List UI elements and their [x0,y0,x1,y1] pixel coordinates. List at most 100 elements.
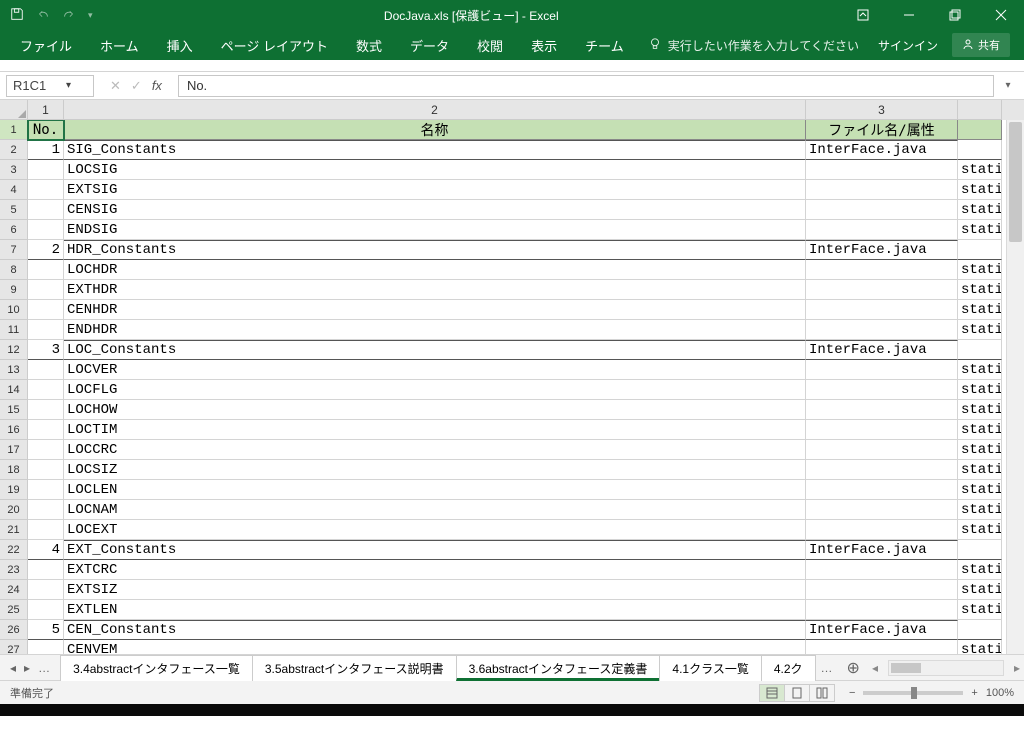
cell[interactable]: stati [958,600,1002,620]
enter-formula-icon[interactable]: ✓ [131,78,142,94]
cell[interactable]: stati [958,500,1002,520]
row-header[interactable]: 1 [0,120,28,140]
sheet-tab[interactable]: 3.5abstractインタフェース説明書 [252,655,457,681]
row-header[interactable]: 4 [0,180,28,200]
fx-icon[interactable]: fx [152,78,162,93]
view-pagelayout-icon[interactable] [784,684,810,702]
cell[interactable]: No. [28,120,64,140]
cell[interactable]: stati [958,400,1002,420]
row-header[interactable]: 9 [0,280,28,300]
save-icon[interactable] [10,7,24,24]
cell[interactable] [806,180,958,200]
col-header-4[interactable] [958,100,1002,120]
tab-team[interactable]: チーム [571,30,638,60]
row-header[interactable]: 18 [0,460,28,480]
cell[interactable]: LOCVER [64,360,806,380]
cell[interactable] [806,360,958,380]
cell[interactable] [28,180,64,200]
row-header[interactable]: 23 [0,560,28,580]
zoom-in-button[interactable]: + [971,687,977,699]
cell[interactable]: EXTSIG [64,180,806,200]
row-header[interactable]: 13 [0,360,28,380]
row-header[interactable]: 6 [0,220,28,240]
cell[interactable]: stati [958,460,1002,480]
cell[interactable] [806,560,958,580]
sheet-tab[interactable]: 3.4abstractインタフェース一覧 [60,655,253,681]
row-header[interactable]: 21 [0,520,28,540]
cell[interactable]: stati [958,300,1002,320]
cell[interactable]: InterFace.java [806,340,958,360]
cell[interactable]: stati [958,220,1002,240]
cell[interactable]: EXTSIZ [64,580,806,600]
cell[interactable]: stati [958,380,1002,400]
scrollbar-thumb[interactable] [891,663,921,673]
cell[interactable] [806,220,958,240]
row-header[interactable]: 19 [0,480,28,500]
sheet-nav-ellipsis[interactable]: … [38,661,50,675]
sheet-more[interactable]: … [815,661,839,675]
cell[interactable]: LOCHDR [64,260,806,280]
zoom-slider[interactable] [863,691,963,695]
cell[interactable]: stati [958,580,1002,600]
tell-me-search[interactable]: 実行したい作業を入力してください [648,37,859,54]
formula-input[interactable]: No. [178,75,994,97]
cell[interactable] [806,600,958,620]
cell[interactable] [806,420,958,440]
cell[interactable] [28,380,64,400]
row-header[interactable]: 22 [0,540,28,560]
tab-formulas[interactable]: 数式 [342,30,396,60]
close-icon[interactable] [978,0,1024,30]
row-header[interactable]: 11 [0,320,28,340]
view-normal-icon[interactable] [759,684,785,702]
cell[interactable]: stati [958,480,1002,500]
chevron-down-icon[interactable]: ▾ [50,80,87,91]
cell[interactable]: stati [958,160,1002,180]
cell[interactable]: stati [958,420,1002,440]
cell[interactable]: LOCCRC [64,440,806,460]
cell[interactable] [806,520,958,540]
signin-link[interactable]: サインイン [864,37,952,54]
cell[interactable] [28,640,64,654]
cell[interactable]: 5 [28,620,64,640]
cell[interactable]: SIG_Constants [64,140,806,160]
row-header[interactable]: 24 [0,580,28,600]
row-header[interactable]: 25 [0,600,28,620]
cell[interactable]: EXTLEN [64,600,806,620]
cell[interactable]: CEN_Constants [64,620,806,640]
cell[interactable] [806,280,958,300]
minimize-icon[interactable] [886,0,932,30]
row-header[interactable]: 2 [0,140,28,160]
row-header[interactable]: 27 [0,640,28,654]
tab-home[interactable]: ホーム [86,30,153,60]
row-header[interactable]: 12 [0,340,28,360]
cell[interactable] [958,620,1002,640]
row-header[interactable]: 7 [0,240,28,260]
cell[interactable] [806,260,958,280]
cell[interactable]: ENDHDR [64,320,806,340]
undo-icon[interactable] [36,7,50,24]
cell[interactable]: stati [958,520,1002,540]
cell[interactable]: stati [958,640,1002,654]
tab-file[interactable]: ファイル [6,30,86,60]
cell[interactable]: stati [958,260,1002,280]
formula-expand-icon[interactable]: ▾ [1000,80,1016,91]
vertical-scrollbar[interactable] [1006,120,1024,654]
cell[interactable] [28,280,64,300]
cell[interactable]: stati [958,320,1002,340]
sheet-nav-prev-icon[interactable]: ◂ [10,661,16,675]
cell[interactable] [806,400,958,420]
zoom-level[interactable]: 100% [986,687,1014,699]
cell[interactable]: InterFace.java [806,140,958,160]
cell[interactable]: stati [958,360,1002,380]
tab-insert[interactable]: 挿入 [153,30,207,60]
cell[interactable]: InterFace.java [806,240,958,260]
cell[interactable]: CENVEM [64,640,806,654]
cell[interactable]: LOCLEN [64,480,806,500]
cell[interactable] [806,200,958,220]
cell[interactable] [958,120,1002,140]
cell[interactable] [806,460,958,480]
row-header[interactable]: 3 [0,160,28,180]
cell[interactable] [806,300,958,320]
cell[interactable] [806,580,958,600]
cell[interactable] [28,460,64,480]
